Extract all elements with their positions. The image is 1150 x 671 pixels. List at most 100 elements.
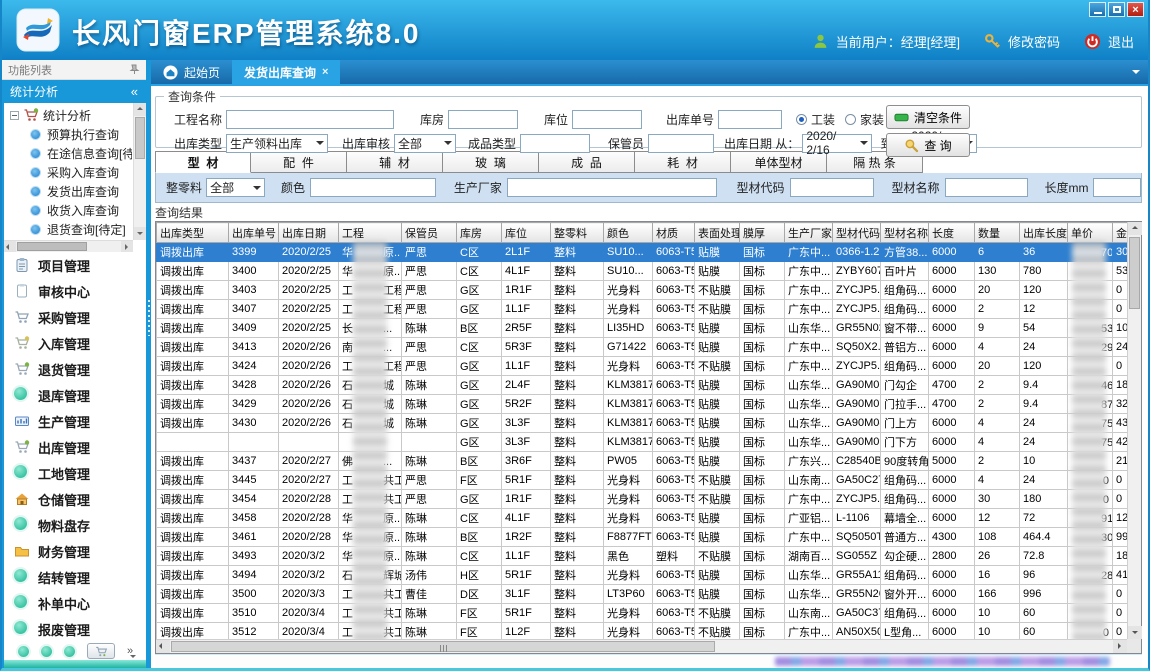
sidebar-item[interactable]: 结转管理 <box>4 564 146 590</box>
out-type-select[interactable]: 生产领料出库 <box>226 134 328 153</box>
chevron-down-icon[interactable] <box>1132 70 1140 78</box>
tree-item[interactable]: 发货出库查询 <box>6 182 132 201</box>
column-header[interactable]: 出库单号 <box>229 223 279 243</box>
tree-item[interactable]: 在途信息查询[待 <box>6 144 132 163</box>
column-header[interactable]: 长度 <box>929 223 975 243</box>
column-header[interactable]: 型材名称 <box>881 223 929 243</box>
sidebar-item[interactable]: 仓储管理 <box>4 486 146 512</box>
scrollbar-thumb[interactable] <box>1129 237 1140 309</box>
radio-gongzhuang[interactable]: 工装 <box>796 111 835 128</box>
scrollbar-thumb[interactable] <box>17 242 87 251</box>
maker-input[interactable] <box>507 178 717 197</box>
column-header[interactable]: 材质 <box>653 223 695 243</box>
grid-horizontal-scrollbar[interactable] <box>156 639 1127 653</box>
tree-root-statistics[interactable]: 统计分析 <box>6 105 132 125</box>
sidebar-item[interactable]: 退库管理 <box>4 382 146 408</box>
sidebar-item[interactable]: 出库管理 <box>4 434 146 460</box>
tree-item[interactable]: 预算执行查询 <box>6 125 132 144</box>
column-header[interactable]: 膜厚 <box>740 223 785 243</box>
sidebar-item[interactable]: 审核中心 <box>4 278 146 304</box>
column-header[interactable]: 出库长度 <box>1020 223 1068 243</box>
table-row[interactable]: 调拨出库34612020/2/28华原...陈琳B区1R2F整料F8877FT6… <box>157 528 1128 547</box>
table-row[interactable]: 调拨出库34132020/2/26南...严思C区5R3F整料G71422606… <box>157 338 1128 357</box>
profile-name-input[interactable] <box>945 178 1029 197</box>
scrollbar-thumb[interactable] <box>171 641 715 652</box>
table-row[interactable]: 调拨出库34452020/2/27工共工程严思F区5R1F整料光身料6063-T… <box>157 471 1128 490</box>
sidebar-item[interactable]: 入库管理 <box>4 330 146 356</box>
cart-module-button[interactable] <box>87 643 115 659</box>
sidebar-item[interactable]: 生产管理 <box>4 408 146 434</box>
scrollbar-thumb[interactable] <box>135 117 145 159</box>
table-row[interactable]: 调拨出库34092020/2/25长...陈琳B区2R5F整料LI35HD606… <box>157 319 1128 338</box>
logout-link[interactable]: 退出 <box>1108 32 1134 51</box>
column-header[interactable]: 金 <box>1113 223 1128 243</box>
table-row[interactable]: 调拨出库34282020/2/26石城陈琳G区2L4F整料KLM38176063… <box>157 376 1128 395</box>
sidebar-item[interactable]: 项目管理 <box>4 252 146 278</box>
color-input[interactable] <box>310 178 436 197</box>
tree-expander-icon[interactable] <box>10 111 19 120</box>
tree-horizontal-scrollbar[interactable] <box>4 240 133 252</box>
table-row[interactable]: 调拨出库34242020/2/26工工程严思G区1L1F整料光身料6063-T5… <box>157 357 1128 376</box>
sidebar-item[interactable]: 退货管理 <box>4 356 146 382</box>
tab-shipment-outbound-query[interactable]: 发货出库查询 × <box>232 60 340 84</box>
length-input[interactable] <box>1093 178 1141 197</box>
tab-close-icon[interactable]: × <box>322 66 328 78</box>
scroll-left-icon[interactable] <box>4 241 16 252</box>
table-row[interactable]: 调拨出库34942020/3/2石辉城汤伟H区5R1F整料光身料6063-T5贴… <box>157 566 1128 585</box>
profile-code-input[interactable] <box>790 178 874 197</box>
module-dot-icon[interactable] <box>18 646 29 657</box>
tree-item[interactable]: 采购入库查询 <box>6 163 132 182</box>
table-row[interactable]: 调拨出库35002020/3/3工共工程曹佳D区3L1F整料LT3P606063… <box>157 585 1128 604</box>
column-header[interactable]: 出库类型 <box>157 223 229 243</box>
scroll-up-icon[interactable] <box>1128 222 1142 235</box>
keeper-input[interactable] <box>648 134 714 153</box>
table-row[interactable]: 调拨出库35102020/3/4工共工程陈琳F区5R1F整料光身料6063-T5… <box>157 604 1128 623</box>
scroll-down-icon[interactable] <box>134 227 146 240</box>
clear-conditions-button[interactable]: 清空条件 <box>886 105 970 129</box>
table-row[interactable]: 调拨出库34302020/2/26石城陈琳G区3L3F整料KLM38176063… <box>157 414 1128 433</box>
scroll-right-icon[interactable] <box>1113 640 1127 653</box>
search-button[interactable]: 查 询 <box>886 133 970 157</box>
table-row[interactable]: 调拨出库34292020/2/26石城陈琳G区5R2F整料KLM38176063… <box>157 395 1128 414</box>
location-input[interactable] <box>572 110 642 129</box>
more-modules-button[interactable]: » <box>127 647 133 655</box>
module-dot-icon[interactable] <box>41 646 52 657</box>
table-row[interactable]: 调拨出库34032020/2/25工工程严思G区1R1F整料光身料6063-T5… <box>157 281 1128 300</box>
tree-vertical-scrollbar[interactable] <box>133 103 146 240</box>
splitter[interactable] <box>147 60 151 668</box>
sidebar-item[interactable]: 工地管理 <box>4 460 146 486</box>
audit-select[interactable]: 全部 <box>394 134 456 153</box>
maximize-button[interactable] <box>1108 2 1125 17</box>
table-row[interactable]: 调拨出库34932020/3/2华原...陈琳C区1L1F整料黑色塑料不贴膜国标… <box>157 547 1128 566</box>
column-header[interactable]: 生产厂家 <box>785 223 833 243</box>
sidebar-item[interactable]: 物料盘存 <box>4 512 146 538</box>
sidebar-item[interactable]: 采购管理 <box>4 304 146 330</box>
date-from-picker[interactable]: 2020/ 2/16 <box>802 134 872 153</box>
tree-item[interactable]: 收货入库查询 <box>6 201 132 220</box>
whole-part-select[interactable]: 全部 <box>206 178 265 197</box>
sidebar-item[interactable]: 财务管理 <box>4 538 146 564</box>
table-row[interactable]: 调拨出库34582020/2/28华原...陈琳C区4L1F整料光身料6063-… <box>157 509 1128 528</box>
tab-home[interactable]: 起始页 <box>151 60 232 84</box>
close-icon[interactable]: × <box>1127 2 1144 17</box>
table-row[interactable]: 调拨出库35122020/3/4工共工程陈琳F区1L2F整料光身料6063-T5… <box>157 623 1128 640</box>
column-header[interactable]: 型材代码 <box>833 223 881 243</box>
product-type-input[interactable] <box>520 134 590 153</box>
pin-icon[interactable] <box>129 64 140 75</box>
grid-vertical-scrollbar[interactable] <box>1127 222 1141 639</box>
scroll-right-icon[interactable] <box>121 241 133 252</box>
tree-item[interactable]: 退货查询[待定] <box>6 220 132 239</box>
table-row[interactable]: 调拨出库34542020/2/28工共工程严思G区1R1F整料光身料6063-T… <box>157 490 1128 509</box>
change-password-link[interactable]: 修改密码 <box>1008 32 1060 51</box>
column-header[interactable]: 表面处理 <box>695 223 740 243</box>
project-name-input[interactable] <box>226 110 394 129</box>
table-row[interactable]: 调拨出库34002020/2/25华原...严思C区4L1F整料SU10...6… <box>157 262 1128 281</box>
warehouse-input[interactable] <box>448 110 518 129</box>
scroll-left-icon[interactable] <box>156 640 170 653</box>
module-dot-icon[interactable] <box>64 646 75 657</box>
column-header[interactable]: 库位 <box>502 223 551 243</box>
column-header[interactable]: 颜色 <box>604 223 653 243</box>
column-header[interactable]: 整零料 <box>551 223 604 243</box>
scroll-down-icon[interactable] <box>1128 626 1142 639</box>
minimize-button[interactable] <box>1089 2 1106 17</box>
